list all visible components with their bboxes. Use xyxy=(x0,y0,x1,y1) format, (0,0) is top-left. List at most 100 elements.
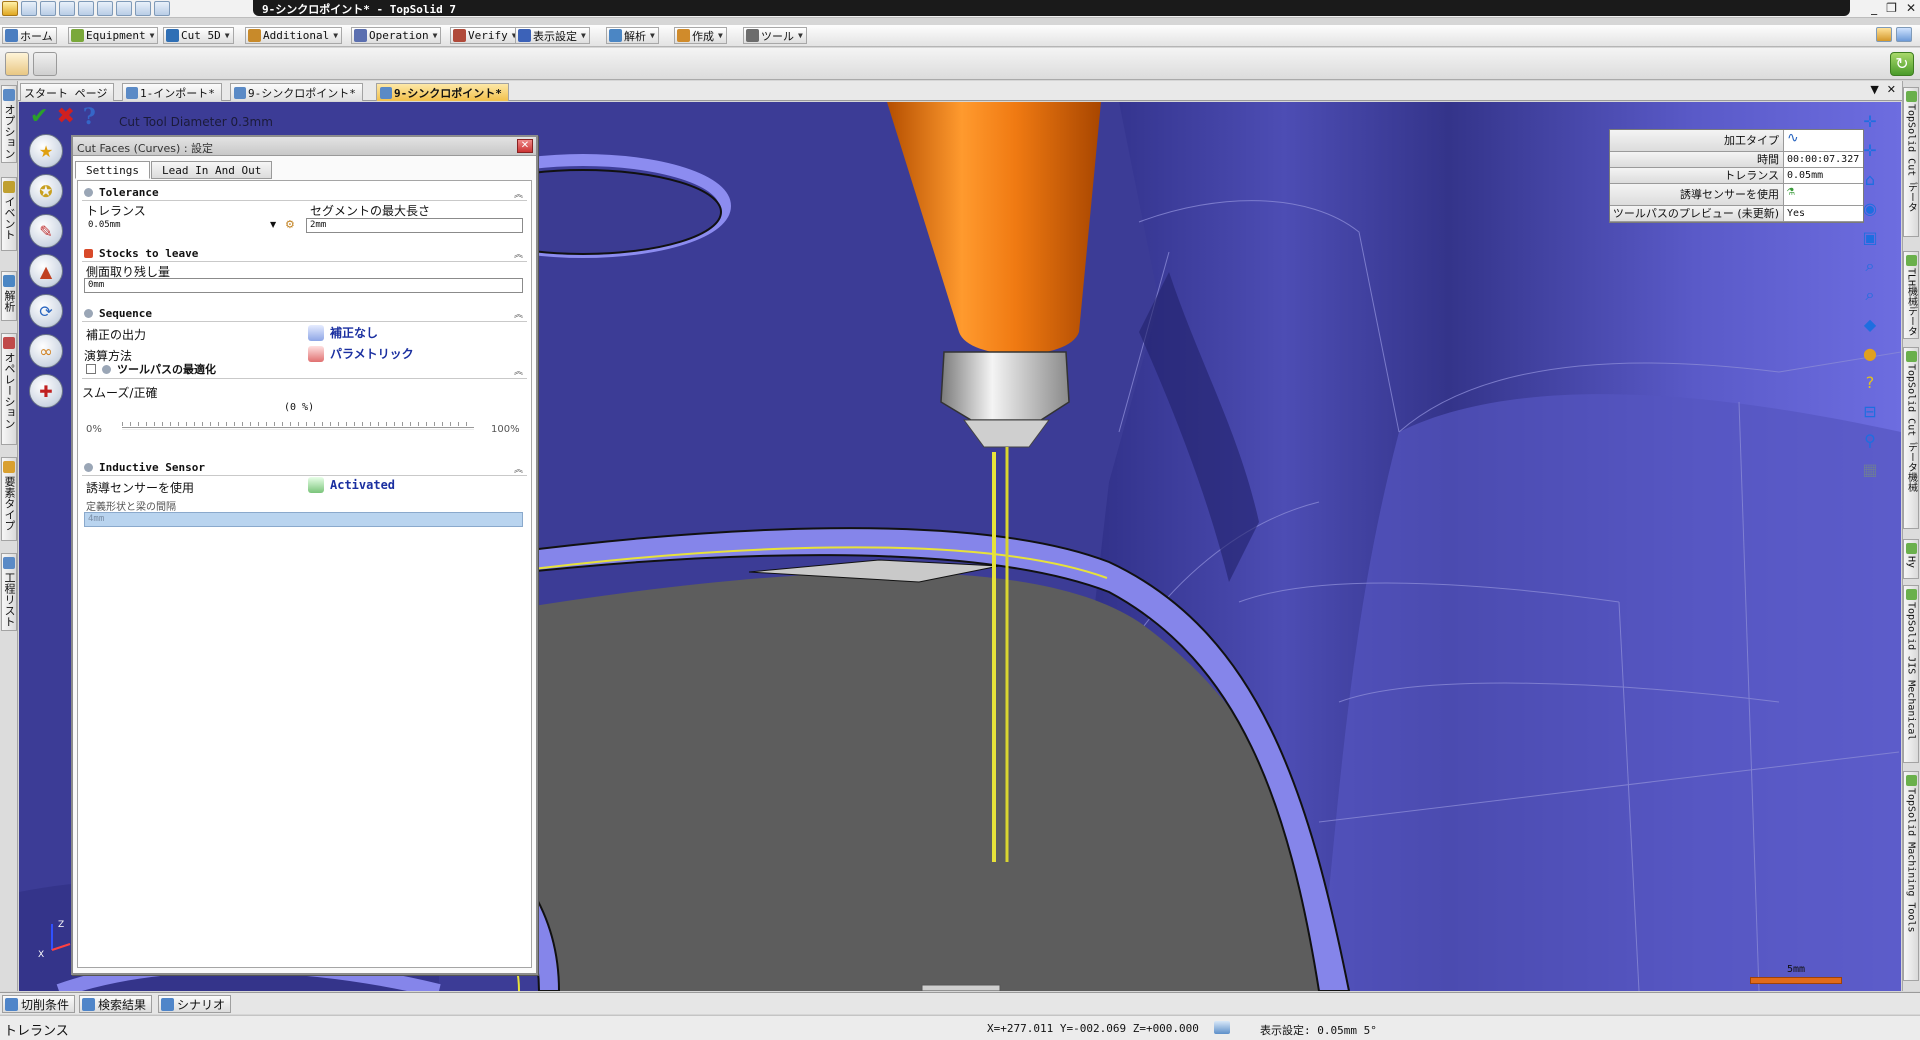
home-view-icon[interactable]: ⌂ xyxy=(1857,168,1883,190)
chevron-down-icon[interactable]: ▼ xyxy=(150,31,155,40)
section-tolerance-header[interactable]: Tolerance xyxy=(84,184,159,200)
tools-icon[interactable] xyxy=(1876,27,1892,42)
print-icon[interactable] xyxy=(59,1,75,16)
hide-icon[interactable]: ⊟ xyxy=(1857,400,1883,422)
help-icon[interactable]: ? xyxy=(83,106,96,128)
selection-icon[interactable] xyxy=(116,1,132,16)
minimize-icon[interactable]: _ xyxy=(1871,1,1877,15)
sequence-icon[interactable]: ⟳ xyxy=(29,294,63,328)
tab-analysis[interactable]: 解析 ▼ xyxy=(606,27,659,44)
display-settings-text[interactable]: 表示設定: 0.05mm 5° xyxy=(1260,1022,1377,1038)
window-icon[interactable]: ▣ xyxy=(1857,226,1883,248)
palette-icon[interactable]: ● xyxy=(1857,342,1883,364)
property-value[interactable]: Yes xyxy=(1784,206,1863,221)
tab-hy[interactable]: Hy xyxy=(1903,539,1919,579)
save-all-icon[interactable] xyxy=(40,1,56,16)
tab-tlh-machine-data[interactable]: TLH機械データ xyxy=(1903,251,1919,339)
property-value[interactable]: 0.05mm xyxy=(1784,168,1863,183)
sensor-gap-field[interactable]: 4mm xyxy=(84,512,523,527)
tab-equipment[interactable]: Equipment ▼ xyxy=(68,27,159,44)
chevron-down-icon[interactable]: ▼ xyxy=(650,31,655,40)
chevron-down-icon[interactable]: ▼ xyxy=(581,31,586,40)
tab-tools[interactable]: ツール ▼ xyxy=(743,27,807,44)
pin-icon[interactable]: ⚲ xyxy=(1857,429,1883,451)
restore-icon[interactable]: ❐ xyxy=(1886,1,1897,15)
tab-search-results[interactable]: 検索結果 xyxy=(79,995,153,1013)
use-sensor-value[interactable]: Activated xyxy=(308,477,395,493)
tab-display-settings[interactable]: 表示設定 ▼ xyxy=(515,27,590,44)
smooth-slider[interactable] xyxy=(122,427,474,430)
ok-icon[interactable]: ✔ xyxy=(30,106,48,128)
tab-additional[interactable]: Additional ▼ xyxy=(245,27,343,44)
tab-create[interactable]: 作成 ▼ xyxy=(674,27,727,44)
tab-cut-data[interactable]: TopSolid Cut データ xyxy=(1903,87,1919,237)
interpolation-value[interactable]: パラメトリック xyxy=(308,345,414,362)
display-settings-icon[interactable] xyxy=(1214,1021,1230,1034)
tab-element-types[interactable]: 要素タイプ xyxy=(1,457,17,541)
help-icon[interactable] xyxy=(1896,27,1912,42)
tolerance-select[interactable]: 0.05mm xyxy=(84,218,280,233)
side-stock-field[interactable]: 0mm xyxy=(84,278,523,293)
tab-sync-doc[interactable]: 9-シンクロポイント* xyxy=(230,83,363,101)
collapse-icon[interactable]: ︽ xyxy=(514,187,523,200)
tab-home[interactable]: ホーム xyxy=(2,27,57,44)
tab-events[interactable]: イベント xyxy=(1,177,17,251)
zoom-icon[interactable]: ⌕ xyxy=(1857,255,1883,277)
optimize-checkbox[interactable] xyxy=(86,364,96,374)
cut-command-icon[interactable] xyxy=(5,52,29,76)
tool-edit-icon[interactable]: ✎ xyxy=(29,214,63,248)
tab-import-doc[interactable]: 1-インポート* xyxy=(122,83,222,101)
close-icon[interactable]: ✕ xyxy=(517,139,533,153)
tab-machining-tools[interactable]: TopSolid Machining Tools xyxy=(1903,771,1919,981)
tab-operation[interactable]: Operation ▼ xyxy=(351,27,442,44)
collapse-icon[interactable]: ︽ xyxy=(514,247,523,260)
tab-cutting-conditions[interactable]: 切削条件 xyxy=(2,995,76,1013)
zoom-all-icon[interactable]: ⌕ xyxy=(1857,284,1883,306)
medal-icon[interactable]: ✪ xyxy=(29,174,63,208)
cancel-icon[interactable]: ✖ xyxy=(56,106,74,128)
tab-verify[interactable]: Verify▼ xyxy=(450,27,521,44)
tab-sync-doc-active[interactable]: 9-シンクロポイント* xyxy=(376,83,509,101)
chevron-down-icon[interactable]: ▼ xyxy=(798,31,803,40)
rebuild-icon[interactable] xyxy=(135,1,151,16)
refresh-icon[interactable]: ↻ xyxy=(1890,52,1914,76)
undo-icon[interactable] xyxy=(78,1,94,16)
gift-icon[interactable]: ✚ xyxy=(29,374,63,408)
collapse-icon[interactable]: ︽ xyxy=(514,307,523,320)
close-icon[interactable]: ✕ xyxy=(1906,1,1916,15)
cube-icon[interactable]: ◆ xyxy=(1857,313,1883,335)
star-icon[interactable]: ★ xyxy=(29,134,63,168)
tab-cut-5d[interactable]: Cut 5D ▼ xyxy=(163,27,234,44)
tool-command-icon[interactable] xyxy=(33,52,57,76)
chevron-down-icon[interactable]: ▼ xyxy=(333,31,338,40)
section-toolpath-header[interactable]: ツールパスの最適化 xyxy=(102,361,216,377)
tab-scenario[interactable]: シナリオ xyxy=(158,995,232,1013)
grid-icon[interactable]: ▦ xyxy=(1857,458,1883,480)
machining-type-icon[interactable]: ∿ xyxy=(1784,130,1863,151)
tab-settings[interactable]: Settings xyxy=(75,161,150,179)
section-stocks-header[interactable]: Stocks to leave xyxy=(84,245,198,261)
tab-operations[interactable]: オペレーション xyxy=(1,333,17,445)
tab-lead-in-out[interactable]: Lead In And Out xyxy=(150,161,273,179)
sensor-icon[interactable]: ⚗ xyxy=(1784,184,1863,205)
chevron-down-icon[interactable]: ▼ xyxy=(1870,83,1878,96)
tab-cut-data-machine[interactable]: TopSolid Cut データ機械 xyxy=(1903,347,1919,529)
section-sequence-header[interactable]: Sequence xyxy=(84,305,152,321)
chevron-down-icon[interactable]: ▼ xyxy=(718,31,723,40)
app-menu-icon[interactable] xyxy=(2,1,18,16)
tab-analysis-panel[interactable]: 解析 xyxy=(1,271,17,321)
move-icon[interactable]: ✛ xyxy=(1857,110,1883,132)
move-icon[interactable]: ✛ xyxy=(1857,139,1883,161)
tab-process-list[interactable]: 工程リスト xyxy=(1,553,17,631)
tab-start-page[interactable]: スタート ページ xyxy=(20,83,115,101)
close-icon[interactable]: ✕ xyxy=(1887,83,1896,96)
chevron-down-icon[interactable]: ▼ xyxy=(433,31,438,40)
tab-options[interactable]: オプション xyxy=(1,85,17,163)
segment-length-field[interactable]: 2mm xyxy=(306,218,523,233)
chevron-down-icon[interactable]: ▼ xyxy=(270,220,276,229)
save-icon[interactable] xyxy=(21,1,37,16)
section-sensor-header[interactable]: Inductive Sensor xyxy=(84,459,205,475)
stock-icon[interactable]: ▲ xyxy=(29,254,63,288)
tab-jis-mechanical[interactable]: TopSolid JIS Mechanical xyxy=(1903,585,1919,763)
collapse-icon[interactable]: ︽ xyxy=(514,462,523,475)
